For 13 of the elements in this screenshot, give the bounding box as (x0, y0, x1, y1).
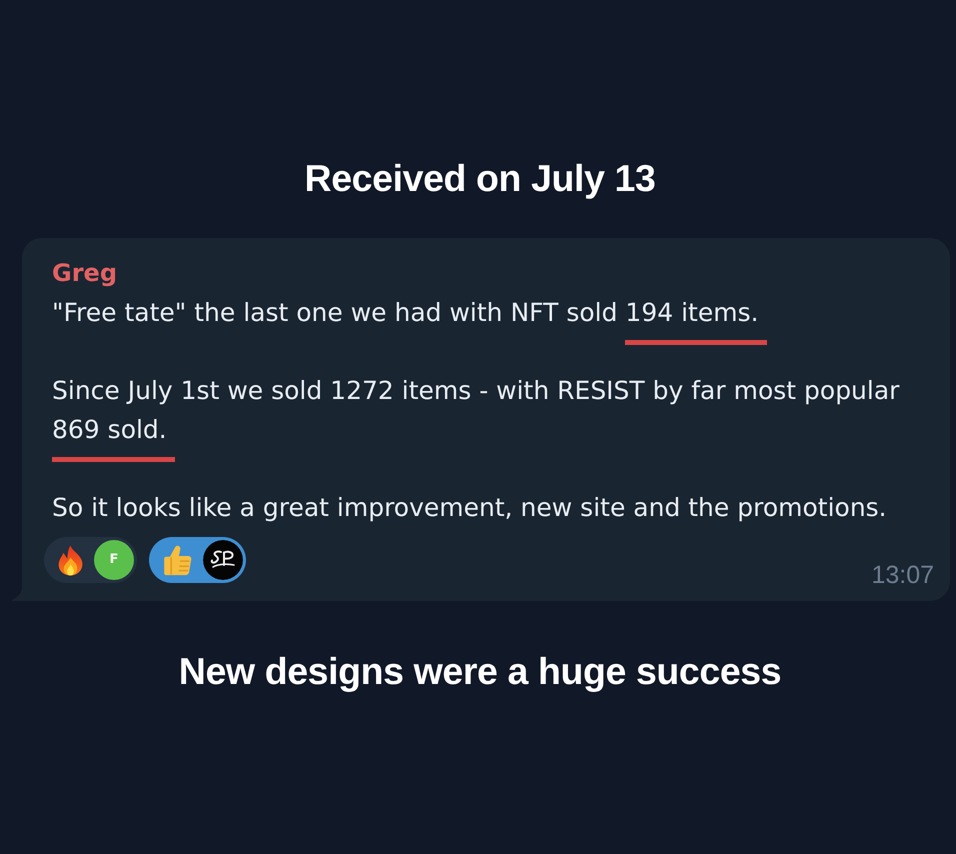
message-paragraph: So it looks like a great improvement, new site and the promotions. (52, 492, 887, 524)
thumbs-up-icon (162, 544, 193, 576)
message-time: 13:07 (871, 561, 934, 589)
headline: Received on July 13 (304, 156, 656, 200)
reaction-button[interactable]: F (44, 537, 137, 583)
message-paragraph: Since July 1st we sold 1272 items - with RESIST by far most popular 869 sold. (52, 371, 932, 463)
sender-name: Greg (52, 258, 117, 289)
caption: New designs were a huge success (178, 649, 782, 693)
reaction-button[interactable] (149, 537, 246, 583)
user-avatar: F (94, 540, 134, 580)
logo-avatar-icon (203, 540, 243, 580)
message-paragraph: "Free tate" the last one we had with NFT sold 194 items. (52, 293, 767, 346)
fire-icon (57, 544, 84, 576)
